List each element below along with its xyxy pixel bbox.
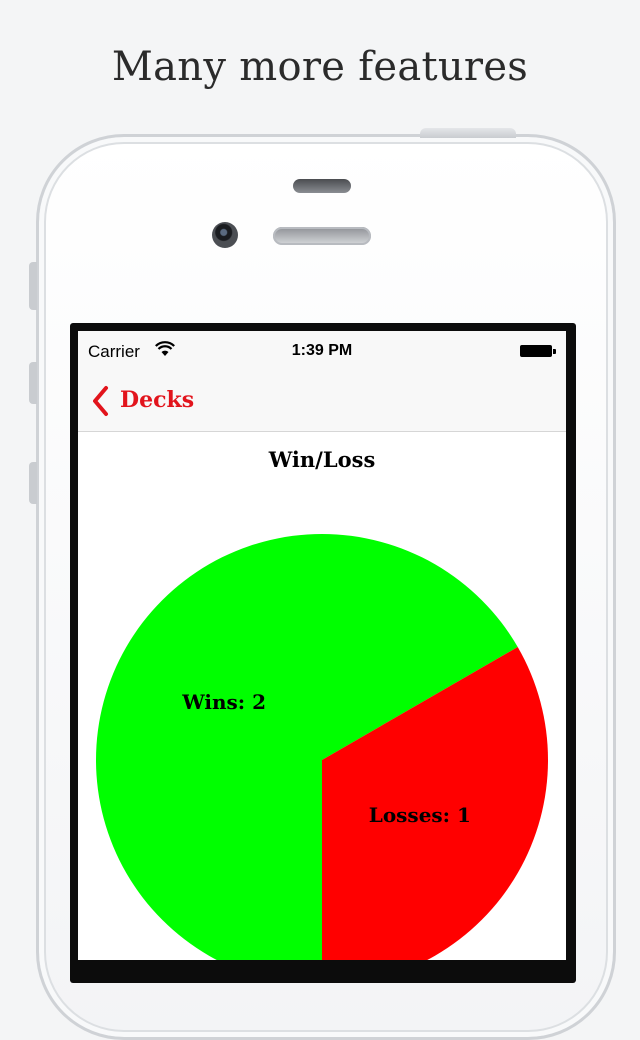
front-camera	[212, 222, 238, 248]
mute-switch	[29, 262, 37, 310]
app-screen: Carrier 1:39 PM Decks Win/Loss Wins: 2 Lo…	[78, 331, 566, 960]
volume-down-button	[29, 462, 37, 504]
win-loss-pie-chart: Wins: 2 Losses: 1	[96, 534, 548, 960]
earpiece-speaker	[273, 227, 371, 245]
pie-label-losses: Losses: 1	[369, 803, 471, 827]
proximity-sensor	[293, 179, 351, 193]
power-button	[420, 128, 516, 138]
promo-headline: Many more features	[111, 44, 529, 90]
volume-up-button	[29, 362, 37, 404]
pie-label-wins: Wins: 2	[181, 690, 266, 714]
